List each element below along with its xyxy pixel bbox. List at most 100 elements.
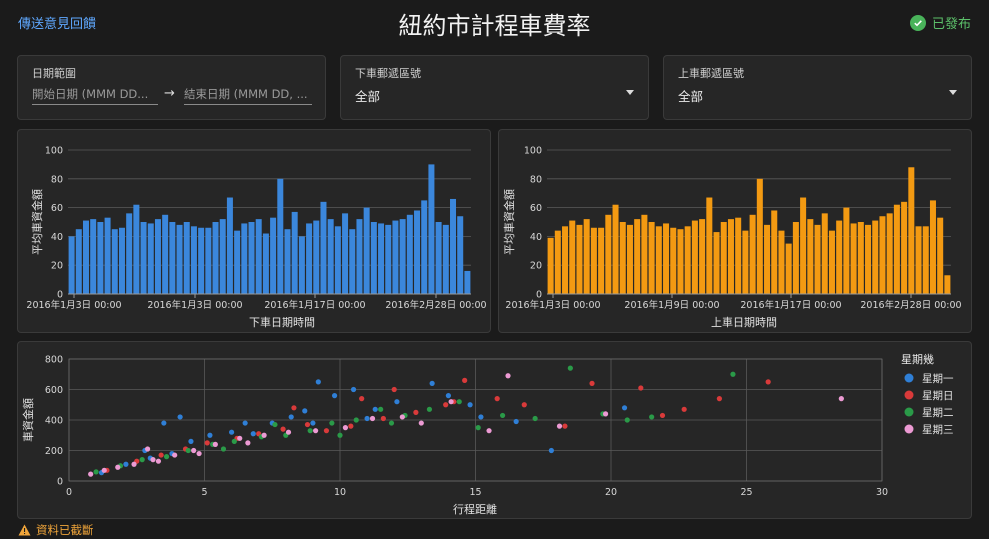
scatter-point [323,428,330,434]
scatter-point [237,435,243,441]
scatter-point [150,457,156,463]
scatter-point [838,396,844,402]
start-date-input[interactable]: 開始日期 (MMM DD... [32,84,158,105]
bar [886,213,893,294]
bar [162,214,169,294]
x-tick-label: 10 [334,487,346,498]
scatter-point [394,399,400,405]
bar [450,198,457,294]
pickup-zip-select[interactable]: 上車郵遞區號 全部 [663,55,972,120]
y-tick-label: 20 [530,261,542,272]
scatter-point [456,399,462,405]
scatter-point [429,380,435,386]
scatter-point [478,414,484,420]
legend-title: 星期幾 [901,353,934,366]
bar [82,220,89,294]
scatter-point [101,467,107,473]
bar [313,220,320,294]
fare-vs-distance-chart-card: 車資金額 行程距離 星期幾 0 200 400 600 800 0 5 10 15 20 25 30 星… [17,341,972,519]
bar [944,275,951,294]
x-tick-label: 30 [876,487,888,498]
bar [183,222,190,294]
bar [378,223,385,294]
bar [865,224,872,294]
bar [435,222,442,294]
scatter-point [649,414,655,420]
bar [363,207,370,294]
pickup-zip-value: 全部 [678,89,704,104]
scatter-point [730,371,736,377]
x-tick-label: 2016年1月17日 00:00 [740,299,841,311]
bar [605,214,612,294]
scatter-point [88,471,94,477]
warning-icon [18,524,31,536]
scatter-point [288,414,294,420]
bar [814,224,821,294]
bar [764,224,771,294]
bar [778,230,785,294]
legend-label: 星期一 [922,373,954,385]
bar [219,219,226,294]
end-date-input[interactable]: 結束日期 (MMM DD, ... [184,84,312,105]
bar [464,270,471,294]
y-tick-label: 0 [57,477,63,488]
bar [97,222,104,294]
scatter-point [513,418,519,425]
y-tick-label: 60 [51,203,63,214]
scatter-point [144,446,151,452]
x-tick-label: 5 [201,487,207,498]
bar [320,201,327,294]
bar [706,197,713,294]
bar [915,226,922,294]
y-tick-label: 400 [45,416,63,427]
date-range-label: 日期範圍 [32,67,76,80]
bar [392,220,399,294]
bar [277,178,284,294]
dropoff-zip-select[interactable]: 下車郵遞區號 全部 [340,55,649,120]
scatter-point [348,423,354,429]
bar [262,233,269,294]
scatter-point [602,411,609,417]
bar [385,224,392,294]
y-tick-label: 0 [536,290,542,301]
bar [226,197,233,294]
bar [879,216,886,294]
scatter-point [139,457,145,463]
send-feedback-link[interactable]: 傳送意見回饋 [18,13,96,32]
x-axis-label: 上車日期時間 [711,315,777,329]
scatter-point [548,447,554,454]
dropdown-caret-icon [949,90,957,95]
scatter-point [188,438,194,444]
bar [771,210,778,294]
bar [154,219,161,294]
x-tick-label: 2016年1月3日 00:00 [505,299,600,311]
bar [836,220,843,294]
scatter-point [196,450,202,457]
scatter-point [521,402,527,408]
scatter-point [443,402,449,408]
x-tick-label: 2016年1月17日 00:00 [264,299,365,311]
bar [75,229,82,294]
bar [298,236,305,294]
bar [169,222,176,294]
bar [583,219,590,294]
scatter-point [659,412,666,419]
y-tick-label: 100 [45,146,63,157]
scatter-point [624,417,630,423]
bar [241,223,248,294]
scatter-point [191,447,197,454]
bar [126,213,133,294]
bar [406,214,413,294]
bar [457,216,464,294]
bar [749,214,756,294]
y-tick-label: 40 [530,232,542,243]
bar [634,219,641,294]
bar [641,214,648,294]
y-tick-label: 800 [45,355,63,366]
scatter-point [231,438,237,444]
bar [857,222,864,294]
y-axis-label: 平均車資金額 [502,189,516,255]
scatter-point [716,396,723,402]
scatter-point [445,393,451,399]
x-tick-label: 25 [740,487,752,498]
